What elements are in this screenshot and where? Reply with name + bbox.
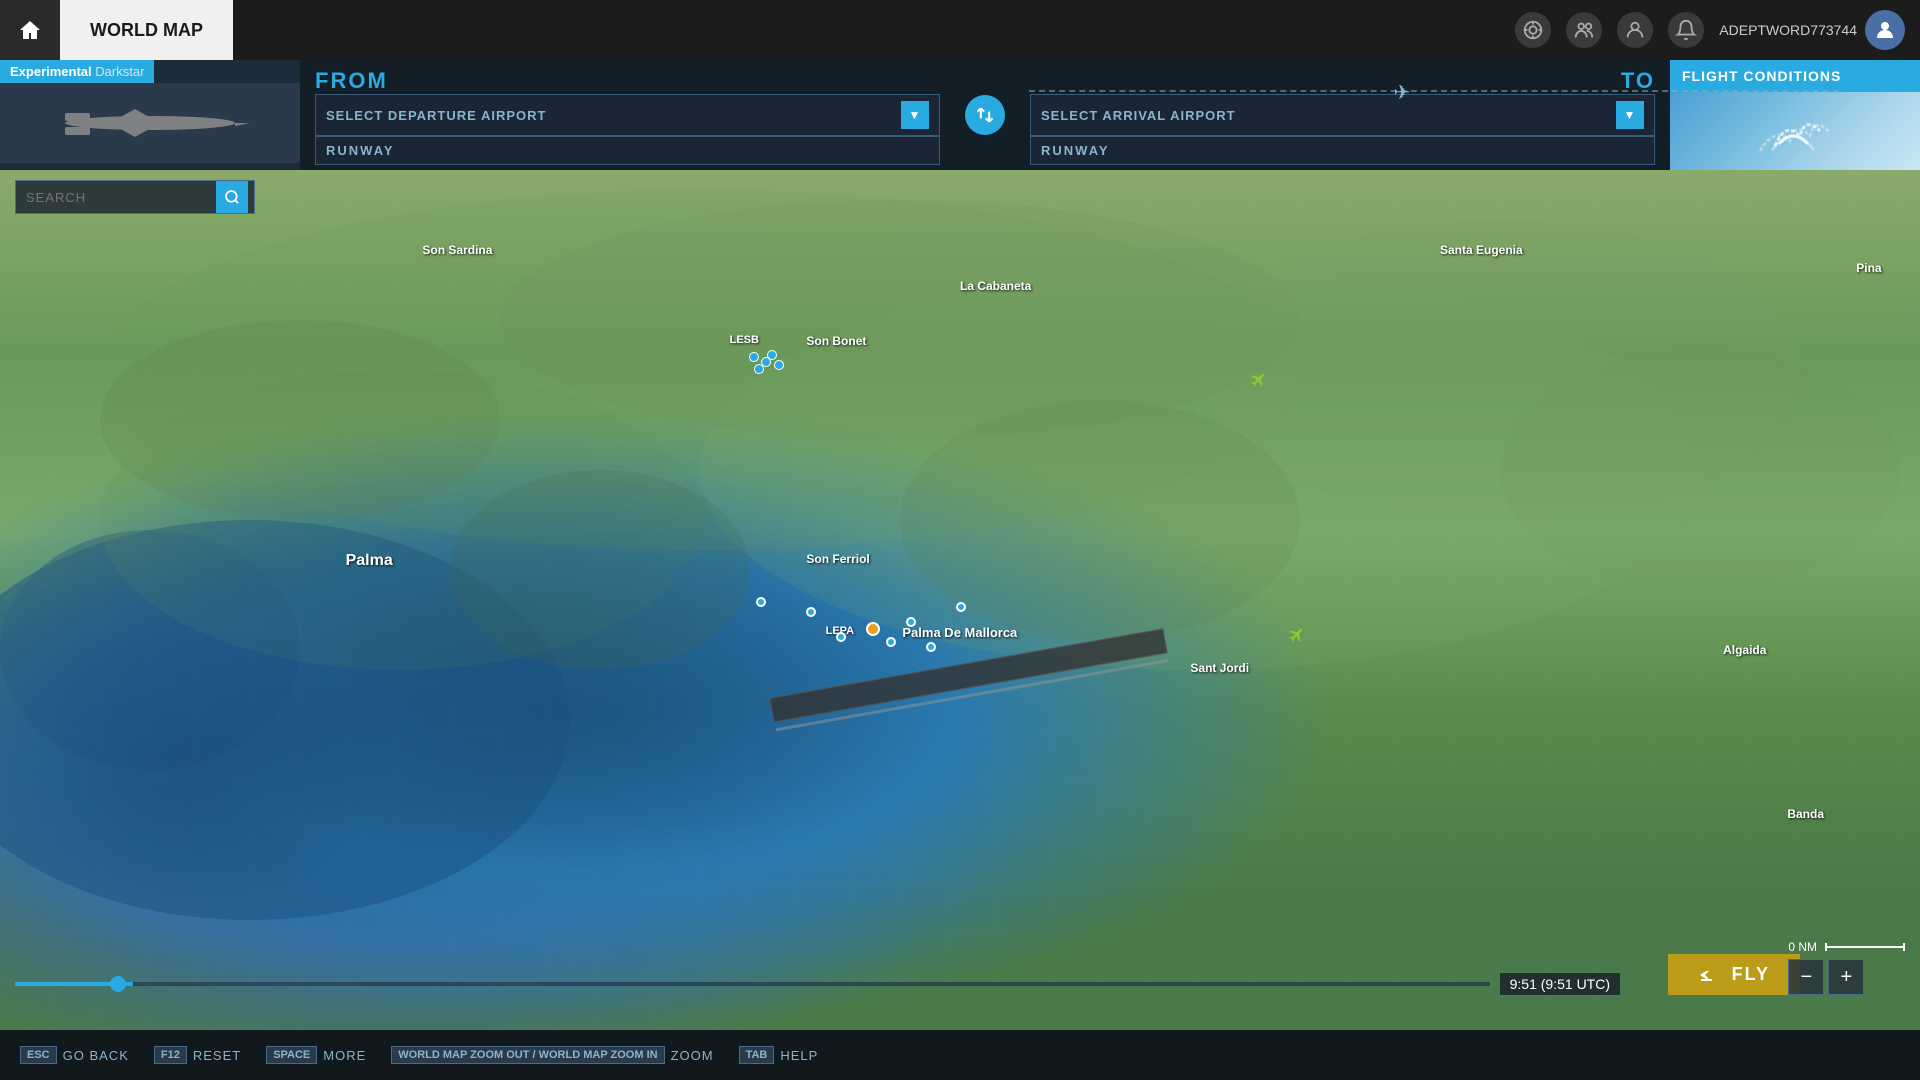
search-button[interactable] bbox=[216, 181, 248, 213]
arrival-airport-select[interactable]: SELECT ARRIVAL AIRPORT ▼ bbox=[1030, 94, 1655, 136]
user-icon[interactable] bbox=[1617, 12, 1653, 48]
topbar: WORLD MAP bbox=[0, 0, 1920, 60]
arrival-airport-row: SELECT ARRIVAL AIRPORT ▼ bbox=[1030, 94, 1655, 136]
reset-label: RESET bbox=[193, 1048, 241, 1063]
arrival-runway-field: RUNWAY bbox=[1030, 136, 1655, 165]
scale-line bbox=[1825, 946, 1905, 948]
world-map[interactable]: Son Sardina La Cabaneta Santa Eugenia Pi… bbox=[0, 170, 1920, 1080]
esc-badge: ESC bbox=[20, 1046, 57, 1064]
hotkey-reset: F12 RESET bbox=[154, 1046, 241, 1064]
hotkey-more: SPACE MORE bbox=[266, 1046, 366, 1064]
airport-dot[interactable] bbox=[754, 364, 764, 374]
f12-badge: F12 bbox=[154, 1046, 187, 1064]
hotkey-help: TAB HELP bbox=[739, 1046, 819, 1064]
home-button[interactable] bbox=[0, 0, 60, 60]
flight-conditions-header: FLIGHT CONDITIONS bbox=[1670, 60, 1920, 92]
aircraft-preview bbox=[0, 83, 300, 163]
time-slider[interactable] bbox=[15, 982, 1490, 986]
time-bar: 9:51 (9:51 UTC) bbox=[15, 973, 1620, 995]
search-input-wrap bbox=[15, 180, 255, 214]
weather-icon bbox=[1755, 101, 1835, 161]
avatar[interactable] bbox=[1865, 10, 1905, 50]
go-back-label: GO BACK bbox=[63, 1048, 129, 1063]
departure-airport-row: SELECT DEPARTURE AIRPORT ▼ bbox=[315, 94, 940, 136]
aircraft-silhouette bbox=[50, 91, 250, 156]
username-text: ADEPTWORD773744 bbox=[1719, 22, 1857, 38]
from-label: FROM bbox=[315, 68, 940, 94]
zoom-out-button[interactable]: − bbox=[1788, 959, 1824, 995]
help-label: HELP bbox=[780, 1048, 818, 1063]
zoom-controls: 0 NM − + bbox=[1788, 940, 1905, 995]
flight-conditions-content[interactable] bbox=[1670, 92, 1920, 170]
space-badge: SPACE bbox=[266, 1046, 317, 1064]
airport-dot[interactable] bbox=[774, 360, 784, 370]
time-display: 9:51 (9:51 UTC) bbox=[1500, 973, 1620, 995]
time-slider-knob[interactable] bbox=[110, 976, 126, 992]
zoom-buttons: − + bbox=[1788, 959, 1905, 995]
more-label: MORE bbox=[323, 1048, 366, 1063]
flight-conditions-panel: FLIGHT CONDITIONS bbox=[1670, 60, 1920, 170]
bottom-bar: ESC GO BACK F12 RESET SPACE MORE WORLD M… bbox=[0, 1030, 1920, 1080]
username-area: ADEPTWORD773744 bbox=[1719, 10, 1905, 50]
page-title: WORLD MAP bbox=[60, 0, 233, 60]
arrival-dropdown-arrow[interactable]: ▼ bbox=[1616, 101, 1644, 129]
airport-dot[interactable] bbox=[749, 352, 759, 362]
hotkey-zoom: WORLD MAP ZOOM OUT / WORLD MAP ZOOM IN Z… bbox=[391, 1046, 713, 1064]
zoom-in-button[interactable]: + bbox=[1828, 959, 1864, 995]
fly-button[interactable]: FLY bbox=[1668, 954, 1800, 995]
swap-airports-button[interactable] bbox=[965, 95, 1005, 135]
zoom-label: ZOOM bbox=[671, 1048, 714, 1063]
topbar-right: ADEPTWORD773744 bbox=[1515, 10, 1920, 50]
terrain-svg bbox=[0, 170, 1920, 1080]
flight-planner-bar: ✈ FROM SELECT DEPARTURE AIRPORT ▼ RUNWAY… bbox=[300, 60, 1920, 170]
search-container bbox=[15, 180, 255, 214]
search-input[interactable] bbox=[16, 184, 216, 211]
tab-badge: TAB bbox=[739, 1046, 775, 1064]
from-section: FROM SELECT DEPARTURE AIRPORT ▼ RUNWAY bbox=[300, 60, 955, 170]
group-icon[interactable] bbox=[1566, 12, 1602, 48]
departure-dropdown-arrow[interactable]: ▼ bbox=[901, 101, 929, 129]
to-section: TO SELECT ARRIVAL AIRPORT ▼ RUNWAY bbox=[1015, 60, 1670, 170]
departure-airport-select[interactable]: SELECT DEPARTURE AIRPORT ▼ bbox=[315, 94, 940, 136]
hotkey-go-back: ESC GO BACK bbox=[20, 1046, 129, 1064]
airport-dot[interactable] bbox=[767, 350, 777, 360]
fly-icon bbox=[1698, 966, 1722, 984]
zoom-scale: 0 NM bbox=[1788, 940, 1905, 954]
experimental-tag: Experimental Darkstar bbox=[0, 60, 154, 83]
sidebar-aircraft-panel: Experimental Darkstar bbox=[0, 60, 300, 170]
zoom-keys-badge: WORLD MAP ZOOM OUT / WORLD MAP ZOOM IN bbox=[391, 1046, 664, 1064]
swap-section bbox=[955, 60, 1015, 170]
departure-runway-field: RUNWAY bbox=[315, 136, 940, 165]
target-icon[interactable] bbox=[1515, 12, 1551, 48]
bell-icon[interactable] bbox=[1668, 12, 1704, 48]
